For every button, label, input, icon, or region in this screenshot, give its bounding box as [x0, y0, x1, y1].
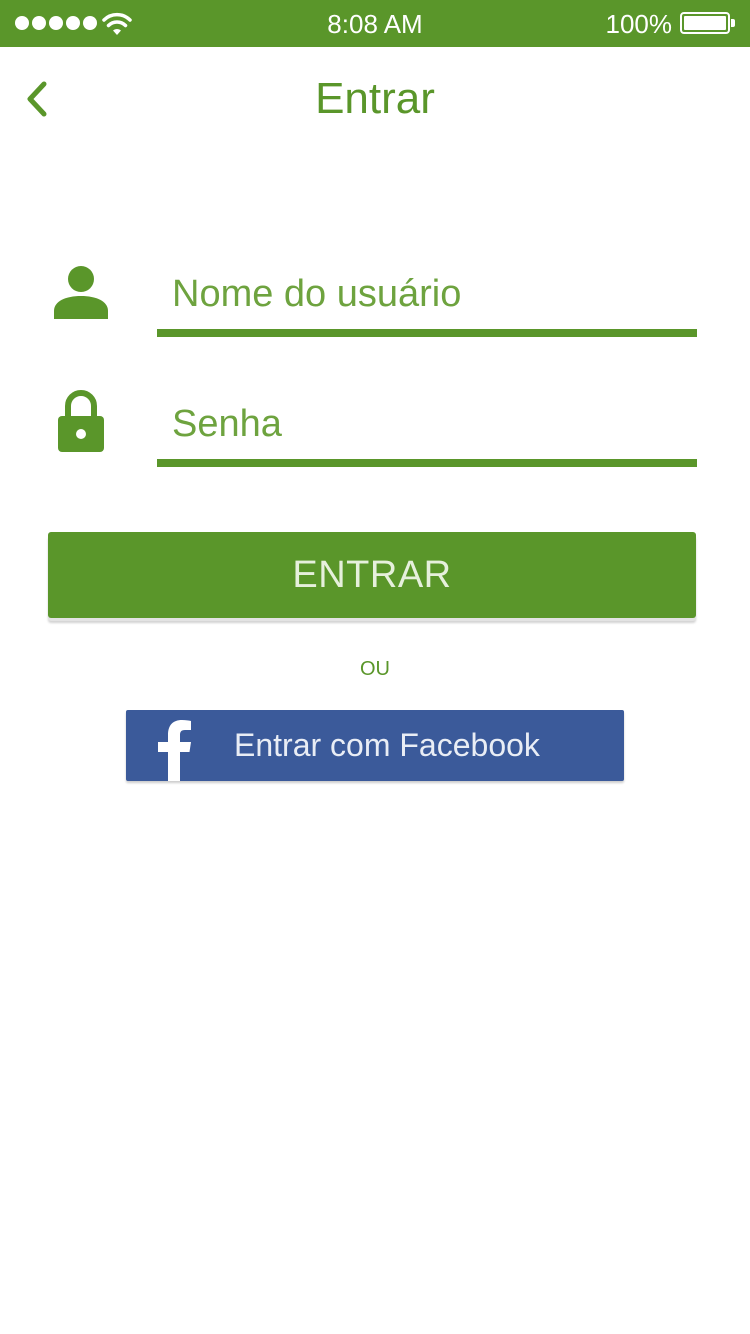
status-bar: 8:08 AM 100%	[0, 0, 750, 47]
facebook-button-label: Entrar com Facebook	[234, 727, 540, 763]
login-screen: 8:08 AM 100% Entrar ENTRAR OU Entrar com…	[0, 0, 750, 1334]
battery-tip	[731, 19, 735, 27]
battery-icon	[680, 12, 730, 34]
login-button[interactable]: ENTRAR	[48, 532, 696, 618]
username-input[interactable]	[157, 259, 697, 329]
or-separator: OU	[360, 658, 390, 680]
facebook-login-button[interactable]: Entrar com Facebook	[126, 710, 624, 781]
password-field	[157, 389, 697, 467]
password-input[interactable]	[157, 389, 697, 459]
lock-icon	[58, 390, 104, 452]
username-field	[157, 259, 697, 337]
user-icon	[54, 266, 108, 319]
facebook-icon	[158, 720, 191, 781]
page-title: Entrar	[315, 74, 435, 123]
battery-percent: 100%	[605, 9, 673, 39]
